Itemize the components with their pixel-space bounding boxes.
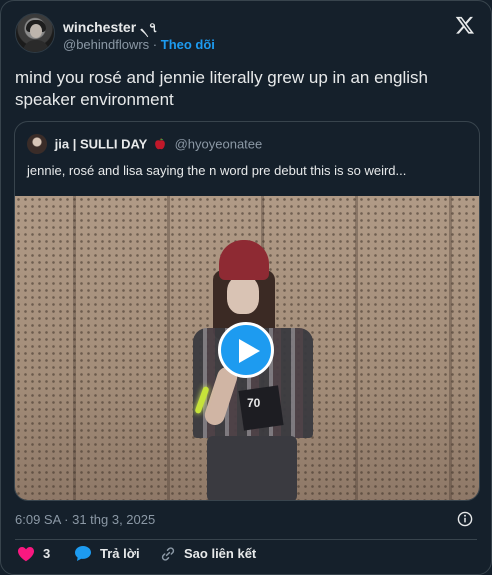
apple-emoji-icon bbox=[155, 137, 165, 150]
heart-icon bbox=[18, 546, 34, 561]
play-icon bbox=[239, 339, 260, 363]
follow-button[interactable]: Theo dõi bbox=[161, 37, 215, 52]
quoted-author-name[interactable]: jia | SULLI DAY bbox=[55, 137, 148, 152]
jersey-number: 70 bbox=[247, 396, 261, 410]
reply-bubble-icon bbox=[75, 546, 91, 562]
embedded-tweet-card: winchester ৲৭ @behindflowrs · Theo dõi m… bbox=[0, 0, 492, 575]
x-logo-icon[interactable] bbox=[455, 15, 475, 35]
quoted-author-avatar[interactable] bbox=[27, 134, 47, 154]
info-icon[interactable] bbox=[457, 511, 473, 527]
tweet-text: mind you rosé and jennie literally grew … bbox=[15, 68, 428, 109]
tweet-header: winchester ৲৭ @behindflowrs · Theo dõi bbox=[15, 13, 477, 57]
author-handle-row: @behindflowrs · Theo dõi bbox=[63, 37, 215, 52]
like-button[interactable]: 3 bbox=[17, 545, 50, 565]
author-avatar[interactable] bbox=[15, 13, 55, 53]
divider bbox=[15, 539, 477, 540]
video-thumbnail[interactable]: 70 bbox=[15, 196, 479, 500]
copy-link-label: Sao liên kết bbox=[184, 546, 257, 562]
tweet-timestamp[interactable]: 6:09 SA · 31 thg 3, 2025 bbox=[15, 512, 155, 527]
author-handle[interactable]: @behindflowrs bbox=[63, 37, 149, 52]
reply-button[interactable]: Trả lời bbox=[74, 545, 140, 565]
quoted-author-handle[interactable]: @hyoyeonatee bbox=[175, 137, 263, 152]
play-button[interactable] bbox=[218, 322, 274, 378]
like-count: 3 bbox=[43, 546, 51, 562]
link-icon bbox=[161, 546, 175, 561]
reply-label: Trả lời bbox=[100, 546, 140, 562]
quoted-tweet-header: jia | SULLI DAY @hyoyeonatee bbox=[27, 134, 262, 154]
copy-link-button[interactable]: Sao liên kết bbox=[160, 545, 256, 565]
quoted-tweet[interactable]: jia | SULLI DAY @hyoyeonatee jennie, ros… bbox=[14, 121, 480, 501]
quoted-tweet-text: jennie, rosé and lisa saying the n word … bbox=[27, 163, 407, 178]
separator: · bbox=[149, 37, 161, 52]
